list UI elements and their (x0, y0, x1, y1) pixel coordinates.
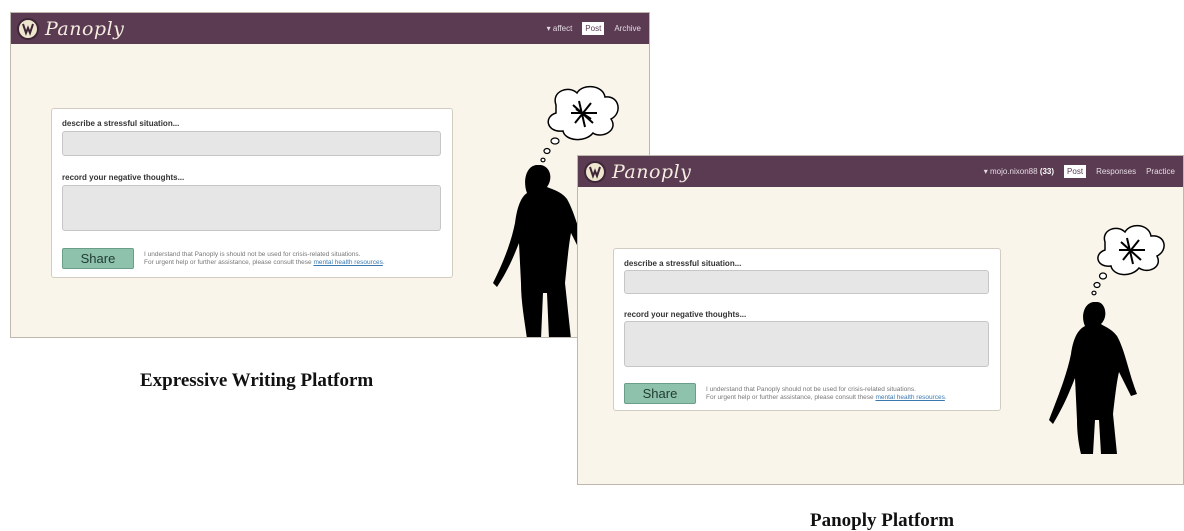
thoughts-input[interactable] (62, 185, 441, 231)
disclaimer-line-2: For urgent help or further assistance, p… (706, 394, 947, 401)
thoughts-label: record your negative thoughts... (62, 173, 185, 182)
top-navbar: Panoply ▾ affect Post Archive (11, 13, 649, 44)
situation-label: describe a stressful situation... (62, 119, 180, 128)
disclaimer: I understand that Panoply is should not … (144, 251, 385, 267)
top-navbar: Panoply ▾ mojo.nixon88 (33) Post Respons… (578, 156, 1183, 187)
disclaimer-line-1: I understand that Panoply is should not … (144, 251, 361, 258)
post-form: describe a stressful situation... record… (51, 108, 453, 278)
thoughts-label: record your negative thoughts... (624, 310, 747, 319)
disclaimer-line-1: I understand that Panoply should not be … (706, 386, 916, 393)
panoply-logo-icon (584, 160, 606, 183)
thoughts-input[interactable] (624, 321, 989, 367)
situation-input[interactable] (62, 131, 441, 156)
expressive-writing-window: Panoply ▾ affect Post Archive describe a… (10, 12, 650, 338)
logo[interactable]: Panoply (584, 159, 691, 184)
thought-bubble-icon (540, 85, 619, 163)
share-button[interactable]: Share (624, 383, 696, 404)
situation-label: describe a stressful situation... (624, 259, 742, 268)
share-button[interactable]: Share (62, 248, 134, 269)
disclaimer-line-2: For urgent help or further assistance, p… (144, 259, 385, 266)
thought-bubble-icon (1091, 224, 1165, 296)
panoply-platform-window: Panoply ▾ mojo.nixon88 (33) Post Respons… (577, 155, 1184, 485)
nav-practice[interactable]: Practice (1146, 167, 1175, 176)
caption-expressive-writing: Expressive Writing Platform (140, 370, 374, 391)
person-silhouette-icon (1049, 224, 1165, 454)
app-name: Panoply (45, 17, 125, 40)
nav-post[interactable]: Post (582, 22, 605, 35)
mental-health-resources-link[interactable]: mental health resources (875, 394, 944, 401)
situation-input[interactable] (624, 270, 989, 294)
panoply-logo-icon (17, 17, 39, 40)
app-name: Panoply (612, 160, 692, 183)
nav-responses[interactable]: Responses (1096, 167, 1136, 176)
notification-count: (33) (1039, 167, 1055, 176)
disclaimer: I understand that Panoply should not be … (706, 386, 947, 402)
caption-panoply-platform: Panoply Platform (810, 510, 955, 531)
nav-archive[interactable]: Archive (614, 24, 641, 33)
user-menu[interactable]: ▾ mojo.nixon88 (33) (984, 167, 1054, 176)
nav-post[interactable]: Post (1064, 165, 1087, 178)
post-form: describe a stressful situation... record… (613, 248, 1001, 411)
logo[interactable]: Panoply (17, 16, 124, 41)
mental-health-resources-link[interactable]: mental health resources (313, 259, 382, 266)
user-menu[interactable]: ▾ affect (547, 24, 573, 33)
